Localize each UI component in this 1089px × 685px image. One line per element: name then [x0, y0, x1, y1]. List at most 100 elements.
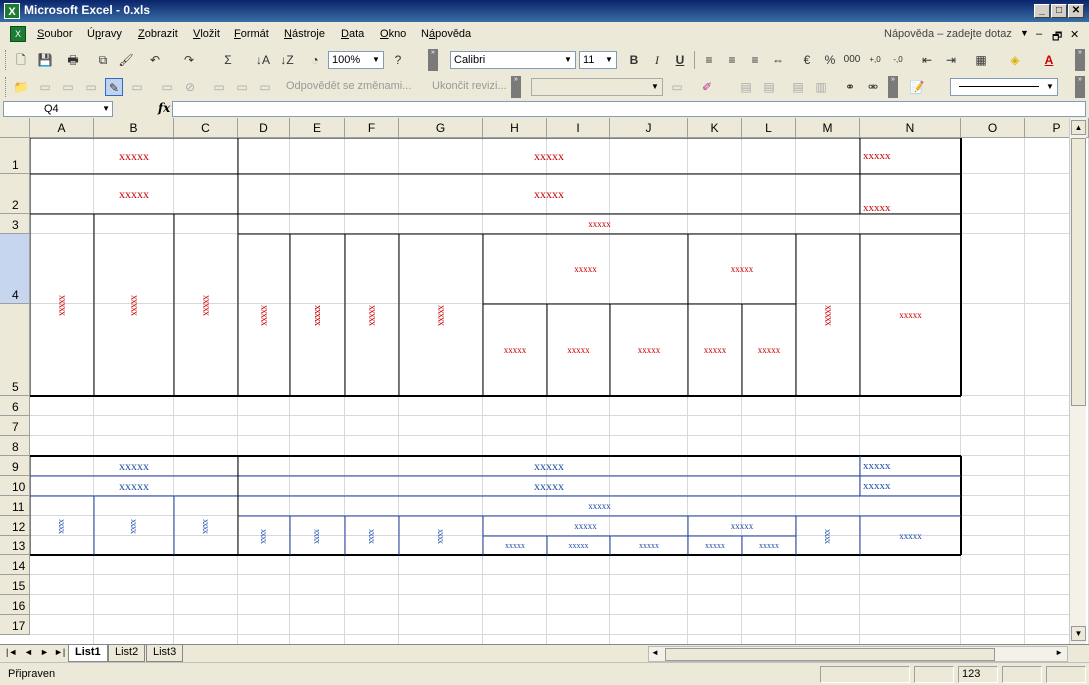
column-header-d[interactable]: D [238, 118, 290, 138]
column-header-n[interactable]: N [860, 118, 961, 138]
font-size-combo[interactable]: 11 ▼ [579, 51, 617, 69]
first-sheet-icon[interactable]: |◄ [6, 647, 17, 657]
merged-cell[interactable]: xxxxx [290, 234, 345, 396]
column-header-j[interactable]: J [610, 118, 688, 138]
row-header-9[interactable]: 9 [0, 456, 30, 476]
redo-icon[interactable]: ↷ [180, 51, 198, 69]
italic-button[interactable]: I [648, 51, 666, 69]
scroll-down-icon[interactable]: ▼ [1071, 626, 1086, 641]
worksheet[interactable]: ABCDEFGHIJKLMNOP 1 2 3 4 5 6 7 8 9 10 11 12 13 14 15 16… [0, 118, 1089, 644]
column-header-e[interactable]: E [290, 118, 345, 138]
line-style-combo[interactable]: ▼ [950, 78, 1058, 96]
increase-decimal-button[interactable]: +,0 [866, 51, 884, 69]
horizontal-scroll-thumb[interactable] [665, 648, 995, 661]
menu-napoveda[interactable]: Nápověda [421, 28, 471, 40]
row-header-17[interactable]: 17 [0, 615, 30, 635]
close-button[interactable]: ✕ [1068, 4, 1084, 18]
column-header-a[interactable]: A [30, 118, 94, 138]
merged-cell[interactable]: xxxxx [688, 516, 796, 536]
link-icon[interactable]: ⚭ [841, 78, 859, 96]
scroll-up-icon[interactable]: ▲ [1071, 120, 1086, 135]
merged-cell[interactable]: xxxxx [610, 536, 688, 555]
sort-descending-icon[interactable]: ↓Z [278, 51, 296, 69]
merged-cell[interactable]: xxxxx [742, 304, 796, 396]
last-sheet-icon[interactable]: ►| [54, 647, 65, 657]
menu-nastroje[interactable]: Nástroje [284, 28, 325, 40]
decrease-decimal-button[interactable]: -,0 [889, 51, 907, 69]
draw-icon[interactable]: 📝 [908, 78, 926, 96]
merged-cell[interactable]: xxxxx [94, 214, 174, 396]
row-header-6[interactable]: 6 [0, 396, 30, 416]
thousands-button[interactable]: 000 [843, 51, 861, 69]
sort-ascending-icon[interactable]: ↓A [254, 51, 272, 69]
toolbar-overflow-icon[interactable]: » [888, 76, 898, 98]
chevron-down-icon[interactable]: ▼ [102, 102, 110, 116]
merged-cell[interactable]: xxxx [238, 516, 290, 555]
scroll-left-icon[interactable]: ◄ [651, 648, 659, 657]
column-header-h[interactable]: H [483, 118, 547, 138]
percent-button[interactable]: % [821, 51, 839, 69]
toolbar-overflow-icon[interactable]: » [511, 76, 521, 98]
row-header-10[interactable]: 10 [0, 476, 30, 496]
merged-cell[interactable]: xxxxx [483, 234, 688, 304]
merged-cell[interactable]: xxxxx [483, 516, 688, 536]
menu-vlozit[interactable]: Vložit [193, 28, 220, 40]
insert-function-icon[interactable]: fx [158, 101, 170, 115]
merged-cell[interactable]: xxxxx [860, 138, 961, 174]
merged-cell[interactable]: xxxxx [238, 496, 961, 516]
track-changes-icon[interactable]: ✎ [105, 78, 123, 96]
prev-sheet-icon[interactable]: ◄ [24, 647, 33, 657]
merged-cell[interactable]: xxxxx [860, 456, 961, 476]
merged-cell[interactable]: xxxxx [30, 214, 94, 396]
merged-cell[interactable]: xxxxx [860, 234, 961, 396]
merged-cell[interactable]: xxxxx [483, 304, 547, 396]
toolbar-overflow-icon[interactable]: » [1075, 49, 1085, 71]
menu-upravy[interactable]: Úpravy [87, 28, 122, 40]
save-icon[interactable]: 💾 [36, 51, 54, 69]
row-header-5[interactable]: 5 [0, 304, 30, 396]
merged-cell[interactable]: xxxx [399, 516, 483, 555]
undo-icon[interactable]: ↶ [146, 51, 164, 69]
merged-cell[interactable]: xxxxx [238, 476, 860, 496]
borders-icon[interactable]: ▦ [972, 51, 990, 69]
document-icon[interactable]: X [10, 26, 26, 42]
decrease-indent-icon[interactable]: ⇤ [918, 51, 936, 69]
toolbar-grip[interactable] [5, 77, 8, 97]
fill-color-icon[interactable]: ◈ [1006, 51, 1024, 69]
bold-button[interactable]: B [625, 51, 643, 69]
doc-minimize-button[interactable]: – [1036, 28, 1042, 40]
row-header-3[interactable]: 3 [0, 214, 30, 234]
row-header-1[interactable]: 1 [0, 138, 30, 174]
row-header-2[interactable]: 2 [0, 174, 30, 214]
minimize-button[interactable]: _ [1034, 4, 1050, 18]
align-left-icon[interactable]: ≡ [700, 51, 718, 69]
new-file-icon[interactable]: 🗋 [12, 51, 30, 69]
column-header-i[interactable]: I [547, 118, 610, 138]
maximize-button[interactable]: □ [1051, 4, 1067, 18]
copy-icon[interactable]: ⧉ [94, 51, 112, 69]
font-name-combo[interactable]: Calibri ▼ [450, 51, 576, 69]
merged-cell[interactable]: xxxxx [796, 234, 860, 396]
format-painter-icon[interactable]: 🖌 [117, 51, 135, 69]
vertical-scrollbar[interactable]: ▲ ▼ [1069, 118, 1086, 644]
sheet-tab-list1[interactable]: List1 [68, 645, 108, 662]
zoom-combo[interactable]: 100% ▼ [328, 51, 384, 69]
open-folder-icon[interactable]: 📁 [12, 78, 30, 96]
merged-cell[interactable]: xxxxx [688, 536, 742, 555]
merged-cell[interactable]: xxxxx [547, 304, 610, 396]
column-header-b[interactable]: B [94, 118, 174, 138]
currency-icon[interactable]: € [798, 51, 816, 69]
merged-cell[interactable]: xxxx [30, 496, 94, 555]
menu-zobrazit[interactable]: Zobrazit [138, 28, 178, 40]
chevron-down-icon[interactable]: ▼ [1044, 80, 1056, 94]
formula-input[interactable] [172, 101, 1086, 117]
toolbar-grip[interactable] [5, 50, 8, 70]
merged-cell[interactable]: xxxxx [238, 138, 860, 174]
column-header-o[interactable]: O [961, 118, 1025, 138]
row-header-14[interactable]: 14 [0, 555, 30, 575]
column-header-g[interactable]: G [399, 118, 483, 138]
draw-border-icon[interactable]: ✐ [698, 78, 716, 96]
row-header-4[interactable]: 4 [0, 234, 30, 304]
merged-cell[interactable]: xxxx [796, 516, 860, 555]
merged-cell[interactable]: xxxxx [30, 138, 238, 174]
